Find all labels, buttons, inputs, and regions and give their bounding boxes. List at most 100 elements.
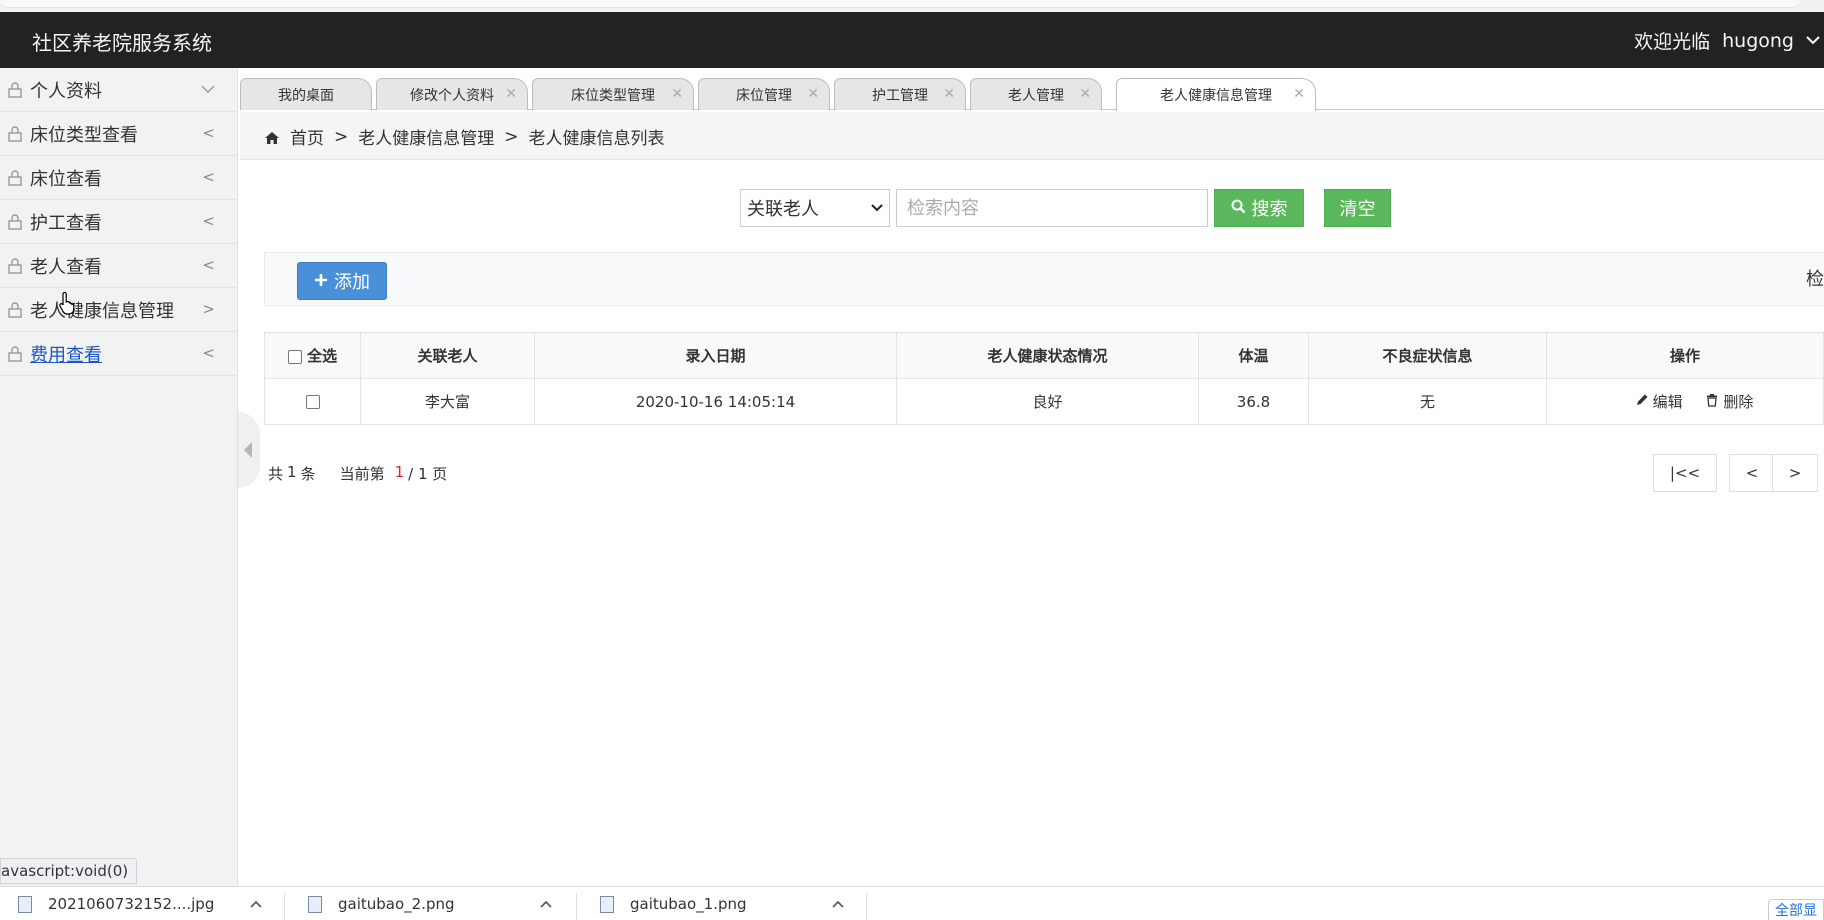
sidebar-item-profile[interactable]: 个人资料	[0, 68, 237, 112]
tab-label: 修改个人资料	[410, 87, 494, 104]
cell-elder: 李大富	[360, 378, 535, 425]
tab-label: 老人管理	[1008, 87, 1064, 104]
lock-icon	[8, 301, 22, 318]
download-filename: 2021060732152....jpg	[48, 895, 215, 913]
sidebar-item-bed[interactable]: 床位查看 <	[0, 156, 237, 200]
breadcrumb: 首页 > 老人健康信息管理 > 老人健康信息列表	[264, 124, 665, 149]
tab-bed-mgmt[interactable]: 床位管理 ✕	[698, 78, 830, 110]
pager-pages: / 1 页	[408, 465, 448, 483]
download-item[interactable]: 2021060732152....jpg	[18, 887, 280, 920]
tab-label: 床位管理	[736, 87, 792, 104]
chevron-up-icon[interactable]	[832, 897, 844, 911]
sidebar-item-caregiver[interactable]: 护工查看 <	[0, 200, 237, 244]
column-header: 体温	[1198, 332, 1309, 379]
search-field-select[interactable]: 关联老人	[740, 189, 890, 227]
sidebar-item-elder[interactable]: 老人查看 <	[0, 244, 237, 288]
username: hugong	[1722, 29, 1794, 52]
sidebar-item-fee[interactable]: 费用查看 <	[0, 332, 237, 376]
cell-symptoms: 无	[1308, 378, 1547, 425]
delete-label: 删除	[1723, 393, 1754, 411]
sidebar: 个人资料 床位类型查看 < 床位查看 < 护工查看 < 老人查看 < 老人健康信…	[0, 68, 238, 886]
pager-prev-button[interactable]: <	[1729, 454, 1775, 492]
column-header: 不良症状信息	[1308, 332, 1547, 379]
download-item[interactable]: gaitubao_2.png	[308, 887, 570, 920]
pager-first-button[interactable]: |<<	[1653, 454, 1717, 492]
sidebar-item-health[interactable]: 老人健康信息管理 >	[0, 288, 237, 332]
column-header: 老人健康状态情况	[896, 332, 1199, 379]
tab-caregiver-mgmt[interactable]: 护工管理 ✕	[834, 78, 966, 110]
file-icon	[600, 895, 614, 913]
list-toolbar: 添加 检	[264, 252, 1824, 306]
table-row: 李大富 2020-10-16 14:05:14 良好 36.8 无 编辑 删除	[264, 378, 1824, 425]
clear-button[interactable]: 清空	[1324, 189, 1391, 227]
cell-status: 良好	[896, 378, 1199, 425]
download-item[interactable]: gaitubao_1.png	[600, 887, 862, 920]
sidebar-item-bed-type[interactable]: 床位类型查看 <	[0, 112, 237, 156]
search-button[interactable]: 搜索	[1214, 189, 1304, 227]
health-info-table: 全选 关联老人 录入日期 老人健康状态情况 体温 不良症状信息 操作 李大富 2…	[264, 332, 1824, 425]
close-icon[interactable]: ✕	[671, 86, 683, 102]
add-button[interactable]: 添加	[297, 262, 387, 300]
pager-current-prefix: 当前第	[339, 465, 385, 483]
status-link-tooltip: avascript:void(0)	[0, 858, 138, 884]
chevron-left-icon: <	[202, 344, 215, 362]
select-value: 关联老人	[747, 199, 819, 220]
edit-label: 编辑	[1652, 393, 1683, 411]
chevron-up-icon[interactable]	[540, 897, 552, 911]
cell-temp: 36.8	[1198, 378, 1309, 425]
chevron-up-icon[interactable]	[250, 897, 262, 911]
download-separator	[576, 893, 577, 920]
breadcrumb-separator: >	[504, 126, 519, 147]
sidebar-item-label: 老人查看	[30, 256, 102, 278]
chevron-left-icon: <	[202, 124, 215, 142]
edit-button[interactable]: 编辑	[1635, 391, 1683, 412]
browser-strip	[0, 0, 1824, 12]
sidebar-item-label: 床位类型查看	[30, 124, 138, 146]
close-icon[interactable]: ✕	[505, 86, 517, 102]
column-header: 关联老人	[360, 332, 535, 379]
show-all-downloads-button[interactable]: 全部显	[1768, 899, 1824, 920]
sidebar-item-label[interactable]: 费用查看	[30, 341, 102, 367]
tab-elder-mgmt[interactable]: 老人管理 ✕	[970, 78, 1102, 110]
lock-icon	[8, 213, 22, 230]
chevron-left-icon: <	[202, 212, 215, 230]
tab-desktop[interactable]: 我的桌面	[240, 78, 372, 110]
close-icon[interactable]: ✕	[1079, 86, 1091, 102]
tab-label: 床位类型管理	[571, 87, 655, 104]
sidebar-collapse-handle[interactable]	[238, 412, 260, 488]
pager-total: 1	[287, 463, 297, 481]
breadcrumb-level1[interactable]: 老人健康信息管理	[358, 124, 494, 149]
delete-button[interactable]: 删除	[1705, 391, 1753, 412]
top-header: 社区养老院服务系统 欢迎光临 hugong	[0, 12, 1824, 68]
user-menu[interactable]: 欢迎光临 hugong	[1634, 27, 1824, 54]
pager-current: 1	[394, 463, 405, 481]
pencil-icon	[1635, 393, 1649, 411]
close-icon[interactable]: ✕	[1293, 86, 1305, 102]
tab-elder-health-mgmt[interactable]: 老人健康信息管理 ✕	[1116, 78, 1316, 111]
downloads-bar: 2021060732152....jpg gaitubao_2.png gait…	[0, 886, 1824, 920]
download-separator	[284, 893, 285, 920]
pager-next-button[interactable]: >	[1772, 454, 1818, 492]
row-checkbox[interactable]	[305, 395, 320, 409]
close-icon[interactable]: ✕	[943, 86, 955, 102]
select-all-label: 全选	[307, 347, 338, 365]
tab-edit-profile[interactable]: 修改个人资料 ✕	[376, 78, 528, 110]
pager-prev-label: <	[1745, 464, 1759, 482]
chevron-left-icon: <	[202, 256, 215, 274]
pager-total-prefix: 共	[268, 465, 284, 483]
select-all-checkbox[interactable]	[287, 349, 302, 364]
sidebar-item-label: 老人健康信息管理	[30, 300, 174, 322]
row-select-cell	[264, 378, 361, 425]
column-header: 录入日期	[534, 332, 897, 379]
sidebar-item-label: 床位查看	[30, 168, 102, 190]
sidebar-item-label: 个人资料	[30, 80, 102, 102]
tab-bed-type-mgmt[interactable]: 床位类型管理 ✕	[532, 78, 694, 110]
close-icon[interactable]: ✕	[807, 86, 819, 102]
tab-bar: 我的桌面 修改个人资料 ✕ 床位类型管理 ✕ 床位管理 ✕ 护工管理 ✕ 老人管…	[240, 76, 1824, 111]
search-input[interactable]	[896, 189, 1208, 227]
lock-icon	[8, 125, 22, 142]
triangle-left-icon	[244, 442, 252, 458]
chevron-down-icon	[201, 80, 215, 98]
breadcrumb-home[interactable]: 首页	[290, 124, 324, 149]
lock-icon	[8, 345, 22, 362]
